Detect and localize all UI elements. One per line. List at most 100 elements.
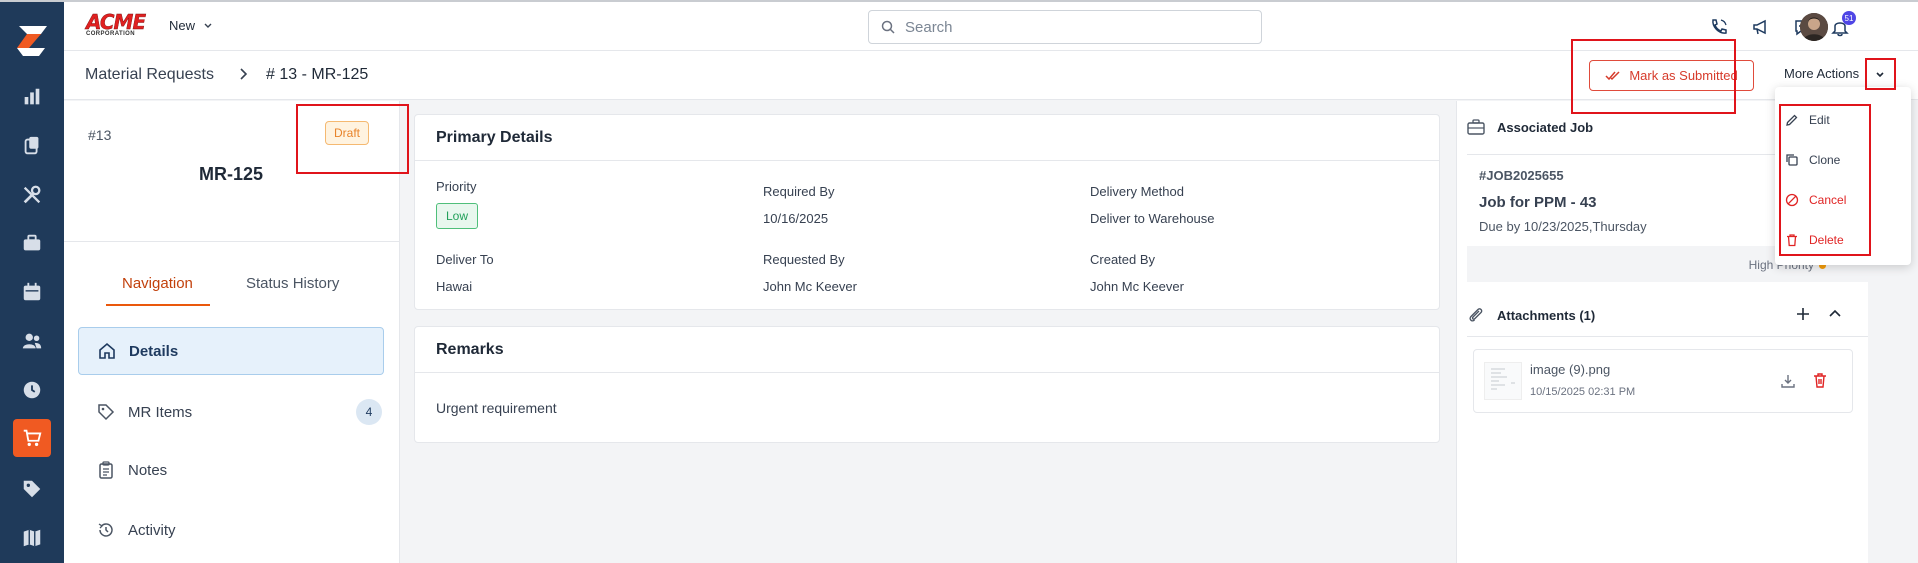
record-summary-panel: #13 Draft MR-125 Navigation Status Histo… (64, 101, 400, 563)
menu-item-cancel[interactable]: Cancel (1785, 187, 1846, 213)
top-bar: ACME CORPORATION New 51 (64, 0, 1918, 51)
job-due-date: Due by 10/23/2025,Thursday (1479, 219, 1647, 234)
brand-logo[interactable]: ACME CORPORATION (86, 12, 150, 40)
attachments-title: Attachments (1) (1497, 307, 1596, 323)
active-tab-indicator (106, 304, 210, 306)
menu-item-clone[interactable]: Clone (1785, 147, 1840, 173)
tab-status-history[interactable]: Status History (246, 275, 339, 292)
requested-by-label: Requested By (763, 252, 845, 267)
created-by-value: John Mc Keever (1090, 279, 1184, 294)
tag-icon (98, 404, 115, 421)
record-title: MR-125 (199, 164, 264, 184)
clock-icon[interactable] (0, 370, 64, 410)
map-icon[interactable] (0, 518, 64, 558)
mark-as-submitted-button[interactable]: Mark as Submitted (1589, 60, 1754, 91)
deliver-to-value: Hawai (436, 279, 473, 294)
menu-item-label: Edit (1809, 113, 1830, 127)
ban-icon (1785, 193, 1799, 207)
required-by-value: 10/16/2025 (763, 211, 829, 226)
download-icon[interactable] (1780, 373, 1796, 394)
menu-item-edit[interactable]: Edit (1785, 107, 1830, 133)
status-badge: Draft (325, 121, 370, 145)
record-number: #13 (88, 127, 112, 143)
file-thumbnail (1484, 362, 1522, 400)
deliver-to-label: Deliver To (436, 252, 494, 267)
job-name[interactable]: Job for PPM - 43 (1479, 194, 1597, 211)
required-by-label: Required By (763, 184, 835, 199)
add-attachment-icon[interactable] (1795, 306, 1811, 327)
breadcrumb-current: # 13 - MR-125 (266, 66, 369, 83)
breadcrumb: Material Requests # 13 - MR-125 Mark as … (64, 51, 1918, 100)
priority-badge: Low (436, 203, 479, 229)
double-check-icon (1605, 70, 1620, 80)
bell-icon[interactable]: 51 (1828, 11, 1856, 39)
nav-item-label: Details (129, 342, 179, 360)
search-input[interactable] (905, 18, 1235, 36)
megaphone-icon[interactable] (1749, 15, 1773, 39)
breadcrumb-separator (238, 66, 250, 87)
new-dropdown-button[interactable]: New (169, 18, 213, 33)
search-icon (881, 20, 895, 34)
attachment-item[interactable]: image (9).png 10/15/2025 02:31 PM (1473, 349, 1853, 413)
chevron-down-icon (1876, 72, 1884, 78)
tab-navigation[interactable]: Navigation (122, 275, 193, 292)
people-icon[interactable] (0, 321, 64, 361)
user-avatar[interactable] (1800, 13, 1828, 41)
home-icon (99, 342, 115, 359)
associated-job-title: Associated Job (1497, 119, 1594, 135)
app-logo-icon[interactable] (13, 22, 51, 60)
primary-details-card: Primary Details Priority Low Required By… (414, 114, 1440, 310)
file-date: 10/15/2025 02:31 PM (1530, 386, 1636, 398)
paperclip-icon (1469, 308, 1483, 322)
file-name[interactable]: image (9).png (1530, 362, 1610, 377)
copy-icon (1786, 154, 1798, 166)
more-actions-button[interactable]: More Actions (1784, 66, 1859, 81)
nav-item-details[interactable]: Details (78, 327, 384, 375)
left-rail (0, 0, 64, 563)
clipboard-icon[interactable] (0, 126, 64, 166)
clipboard-icon (99, 461, 113, 479)
brand-name: ACME (86, 10, 147, 34)
menu-item-label: Clone (1809, 153, 1841, 167)
history-icon (98, 523, 113, 537)
briefcase-icon (1467, 119, 1485, 135)
nav-item-label: MR Items (128, 403, 193, 421)
remarks-card: Remarks Urgent requirement (414, 326, 1440, 443)
more-actions-chevron[interactable] (1870, 64, 1890, 86)
chevron-down-icon (204, 23, 212, 28)
nav-item-activity[interactable]: Activity (78, 506, 384, 554)
menu-item-delete[interactable]: Delete (1785, 227, 1844, 253)
delete-file-icon[interactable] (1812, 372, 1828, 394)
briefcase-icon[interactable] (0, 223, 64, 263)
cart-icon[interactable] (0, 418, 64, 458)
tools-icon[interactable] (0, 175, 64, 215)
job-id[interactable]: #JOB2025655 (1479, 168, 1564, 183)
requested-by-value: John Mc Keever (763, 279, 857, 294)
remarks-text: Urgent requirement (436, 400, 557, 416)
trash-icon (1787, 234, 1797, 247)
menu-item-label: Delete (1809, 233, 1844, 247)
divider (1467, 336, 1868, 337)
mark-as-submitted-label: Mark as Submitted (1629, 68, 1738, 83)
priority-label: Priority (436, 179, 477, 194)
pencil-icon (1786, 114, 1798, 126)
phone-icon[interactable] (1707, 15, 1731, 39)
divider (64, 241, 400, 242)
breadcrumb-parent-link[interactable]: Material Requests (85, 66, 214, 84)
new-label: New (169, 18, 196, 33)
calendar-icon[interactable] (0, 272, 64, 312)
delivery-method-value: Deliver to Warehouse (1090, 211, 1215, 226)
collapse-chevron-icon[interactable] (1827, 306, 1843, 327)
notification-count-badge: 51 (1842, 11, 1856, 25)
menu-item-label: Cancel (1809, 193, 1847, 207)
primary-details-title: Primary Details (415, 115, 1439, 161)
tag-icon[interactable] (0, 469, 64, 509)
chevron-right-icon (240, 68, 248, 80)
nav-item-mr-items[interactable]: MR Items 4 (78, 388, 384, 436)
nav-item-notes[interactable]: Notes (78, 446, 384, 494)
nav-item-label: Activity (128, 521, 176, 539)
nav-item-label: Notes (128, 461, 168, 479)
dashboard-icon[interactable] (0, 77, 64, 117)
more-actions-menu: Edit Clone Cancel Delete (1775, 87, 1911, 265)
search-box[interactable] (868, 10, 1262, 44)
